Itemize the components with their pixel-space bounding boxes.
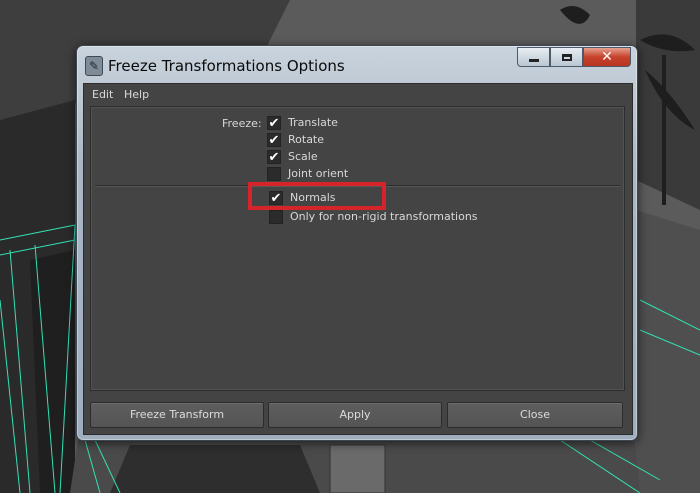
- minimize-icon: [528, 58, 539, 62]
- checkbox-row-non-rigid[interactable]: Only for non-rigid transformations: [269, 209, 478, 224]
- window-title: Freeze Transformations Options: [108, 57, 345, 75]
- checkbox-row-translate[interactable]: ✔ Translate: [267, 115, 338, 130]
- close-button[interactable]: Close: [447, 402, 623, 428]
- joint-orient-label: Joint orient: [288, 167, 349, 180]
- maximize-icon: [561, 53, 572, 61]
- close-icon: ✕: [601, 49, 613, 65]
- non-rigid-label: Only for non-rigid transformations: [290, 210, 478, 223]
- maya-app-icon: ✎: [85, 56, 103, 76]
- joint-orient-checkbox[interactable]: [267, 166, 281, 181]
- checkmark-icon: ✔: [268, 132, 280, 148]
- checkbox-row-joint-orient[interactable]: Joint orient: [267, 166, 348, 181]
- freeze-transformations-dialog: ✎ Freeze Transformations Options ✕ Edit …: [76, 45, 638, 441]
- caption-buttons: ✕: [517, 47, 631, 67]
- minimize-button[interactable]: [517, 47, 550, 67]
- checkmark-icon: ✔: [268, 149, 280, 165]
- dialog-client-area: Edit Help Freeze: ✔ Translate ✔ Rotate ✔: [83, 83, 633, 435]
- non-rigid-checkbox[interactable]: [269, 209, 283, 224]
- apply-button[interactable]: Apply: [268, 402, 442, 428]
- menu-help[interactable]: Help: [124, 88, 149, 101]
- title-bar[interactable]: ✎ Freeze Transformations Options ✕: [77, 46, 637, 84]
- freeze-label: Freeze:: [222, 117, 262, 130]
- rotate-checkbox[interactable]: ✔: [267, 132, 281, 148]
- checkmark-icon: ✔: [268, 115, 280, 131]
- close-window-button[interactable]: ✕: [583, 47, 631, 67]
- checkbox-row-scale[interactable]: ✔ Scale: [267, 149, 318, 164]
- maximize-button[interactable]: [550, 47, 583, 67]
- translate-label: Translate: [288, 116, 338, 129]
- options-panel: Freeze: ✔ Translate ✔ Rotate ✔ Scale Joi…: [90, 106, 625, 391]
- translate-checkbox[interactable]: ✔: [267, 115, 281, 131]
- checkbox-row-rotate[interactable]: ✔ Rotate: [267, 132, 324, 147]
- button-bar: Freeze Transform Apply Close: [90, 402, 626, 428]
- red-highlight-box: [248, 182, 386, 210]
- rotate-label: Rotate: [288, 133, 325, 146]
- menu-bar: Edit Help: [84, 84, 632, 104]
- scale-checkbox[interactable]: ✔: [267, 149, 281, 165]
- freeze-transform-button[interactable]: Freeze Transform: [90, 402, 264, 428]
- menu-edit[interactable]: Edit: [92, 88, 113, 101]
- scale-label: Scale: [288, 150, 318, 163]
